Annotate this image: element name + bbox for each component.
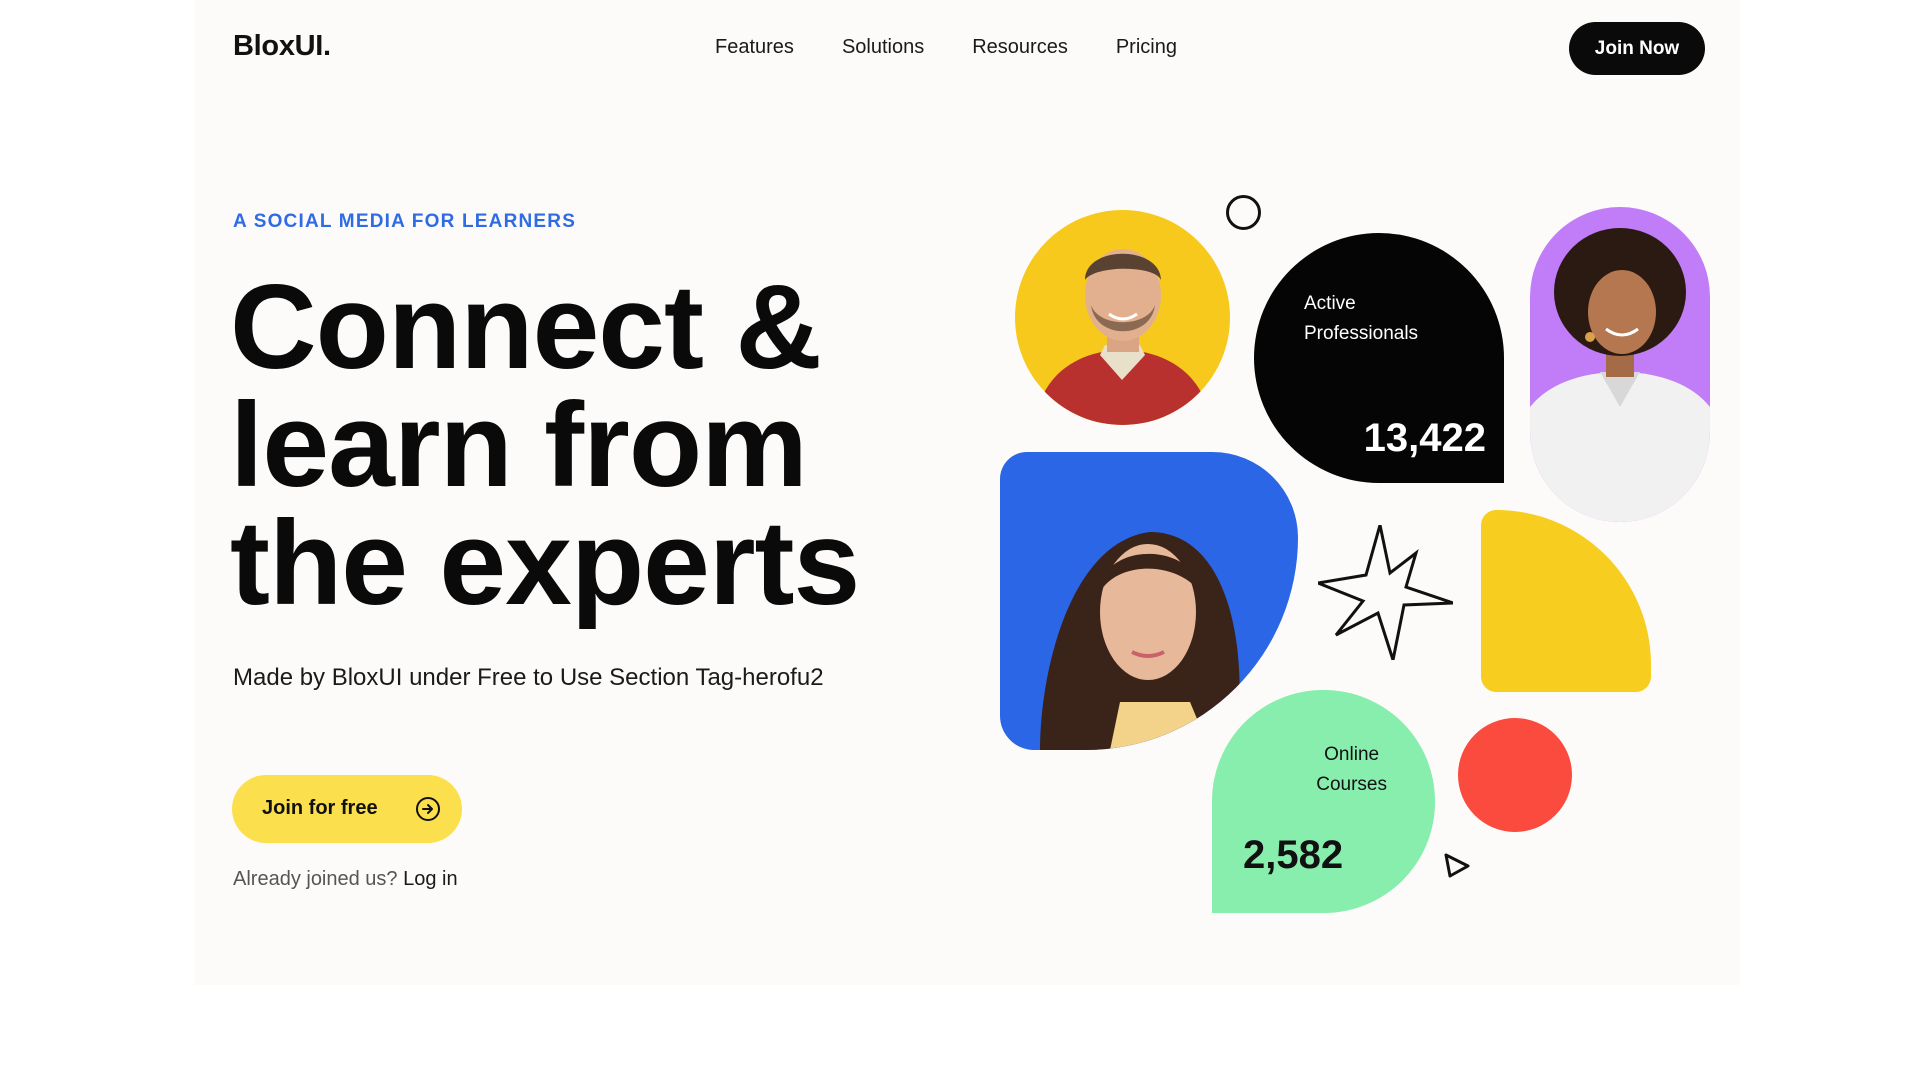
login-prompt: Already joined us? Log in — [233, 868, 458, 891]
nav-pricing[interactable]: Pricing — [1116, 36, 1177, 59]
star-icon — [1318, 525, 1453, 660]
nav-solutions[interactable]: Solutions — [842, 36, 924, 59]
login-prompt-text: Already joined us? — [233, 868, 398, 890]
headline-line: learn from — [230, 378, 808, 512]
avatar-man-photo — [1015, 210, 1230, 425]
headline-line: the experts — [230, 496, 860, 630]
stat-label: Online Courses — [1316, 740, 1387, 800]
join-now-button[interactable]: Join Now — [1569, 22, 1705, 75]
hero-headline: Connect & learn from the experts — [230, 260, 930, 630]
login-link[interactable]: Log in — [403, 868, 458, 890]
stat-label-line: Professionals — [1304, 323, 1419, 344]
active-professionals-count: 13,422 — [1363, 416, 1486, 460]
red-circle-decoration — [1458, 718, 1572, 832]
avatar-woman-photo — [1530, 207, 1710, 522]
nav-resources[interactable]: Resources — [972, 36, 1068, 59]
arrow-right-circle-icon — [415, 796, 441, 822]
online-courses-card: Online Courses 2,582 — [1212, 690, 1435, 913]
triangle-icon — [1442, 850, 1472, 880]
stat-label-line: Active — [1304, 293, 1356, 314]
active-professionals-card: Active Professionals 13,422 — [1254, 233, 1504, 483]
online-courses-count: 2,582 — [1243, 833, 1344, 877]
stat-label-line: Online — [1324, 744, 1380, 765]
brand-logo[interactable]: BloxUI. — [233, 30, 331, 63]
ring-decoration — [1226, 195, 1261, 230]
hero-subtitle: Made by BloxUI under Free to Use Section… — [233, 664, 824, 691]
hero-eyebrow: A SOCIAL MEDIA FOR LEARNERS — [233, 211, 577, 232]
stat-label: Active Professionals — [1304, 289, 1418, 349]
stat-label-line: Courses — [1316, 774, 1387, 795]
join-for-free-button[interactable]: Join for free — [232, 775, 462, 843]
main-nav: Features Solutions Resources Pricing — [715, 36, 1177, 59]
headline-line: Connect & — [230, 260, 822, 394]
nav-features[interactable]: Features — [715, 36, 794, 59]
cta-label: Join for free — [262, 797, 378, 819]
